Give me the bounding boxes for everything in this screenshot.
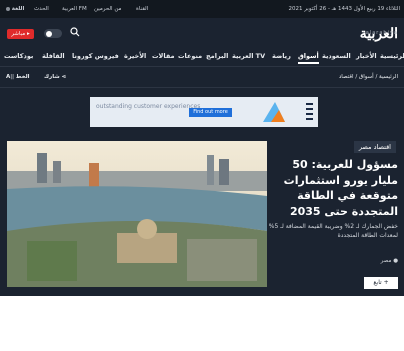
nav-item-home[interactable]: الرئيسية [380, 52, 404, 60]
font-size-button[interactable]: A|| الخط [6, 74, 30, 80]
follow-button[interactable]: تابع + [364, 277, 398, 289]
utility-bar: اللغة الحدث العربية FM من الحرمين القناة… [0, 0, 404, 18]
ad-graphic-icon [263, 102, 285, 122]
breadcrumb: الرئيسية / أسواق / اقتصاد [338, 74, 398, 80]
ad-logo-icon [306, 103, 313, 120]
main-nav: بودكاست القافلة فيروس كورونا الأخيرة مقا… [0, 48, 404, 66]
nav-item-tv[interactable]: العربية TV [232, 52, 265, 60]
article-summary: خفض الجمارك لـ 2% وضريبة القيمة المضافة … [268, 223, 398, 239]
nav-item-podcast[interactable]: بودكاست [4, 52, 33, 60]
ad-text: outstanding customer experiences [96, 103, 201, 110]
ad-button[interactable]: Find out more [189, 108, 232, 117]
globe-icon [6, 6, 10, 11]
nav-item-saudi[interactable]: السعودية [322, 52, 351, 60]
nav-item-caravan[interactable]: القافلة [42, 52, 65, 60]
nav-item-programs[interactable]: البرامج [206, 52, 228, 60]
nav-item-misc[interactable]: منوعات [178, 52, 202, 60]
nav-item-corona[interactable]: فيروس كورونا [72, 52, 119, 60]
share-icon: ⋖ [61, 74, 67, 80]
cairo-skyline-image [7, 141, 267, 287]
site-logo-subtitle: alarabiya [365, 30, 398, 36]
category-badge[interactable]: اقتصاد مصر [353, 141, 396, 153]
nav-item-news[interactable]: الأخبار [356, 52, 377, 60]
nav-item-markets[interactable]: أسواق [298, 52, 319, 64]
brand-row: مباشر ▸ العربية [0, 18, 404, 48]
article-page: اللغة الحدث العربية FM من الحرمين القناة… [0, 0, 404, 296]
language-switch[interactable]: اللغة [6, 6, 24, 12]
article-hero-image[interactable] [7, 141, 267, 287]
article-hero-text: اقتصاد مصر مسؤول للعربية: 50 مليار يورو … [269, 141, 404, 291]
link-alhadath[interactable]: الحدث [34, 6, 49, 12]
live-button[interactable]: مباشر ▸ [7, 29, 34, 39]
nav-item-articles[interactable]: مقالات [152, 52, 175, 60]
article-headline[interactable]: مسؤول للعربية: 50 مليار يورو استثمارات م… [266, 157, 398, 219]
link-channel[interactable]: القناة [136, 6, 148, 12]
nav-item-sports[interactable]: رياضة [272, 52, 291, 60]
share-button[interactable]: شارك ⋖ [44, 74, 66, 80]
date-text: الثلاثاء 19 ربيع الأول 1443 هـ - 26 أكتو… [288, 6, 401, 12]
share-row: A|| الخط شارك ⋖ الرئيسية / أسواق / اقتصا… [0, 66, 404, 88]
link-haramain[interactable]: من الحرمين [94, 6, 121, 12]
search-icon[interactable] [70, 27, 80, 37]
article-location: مصر ● [380, 258, 398, 264]
dark-mode-toggle[interactable] [44, 29, 62, 38]
nav-item-latest[interactable]: الأخيرة [124, 52, 146, 60]
font-icon: A [6, 74, 11, 80]
location-pin-icon: ● [393, 258, 398, 264]
link-fm[interactable]: العربية FM [62, 6, 87, 12]
advertisement[interactable]: outstanding customer experiences Find ou… [90, 97, 318, 127]
